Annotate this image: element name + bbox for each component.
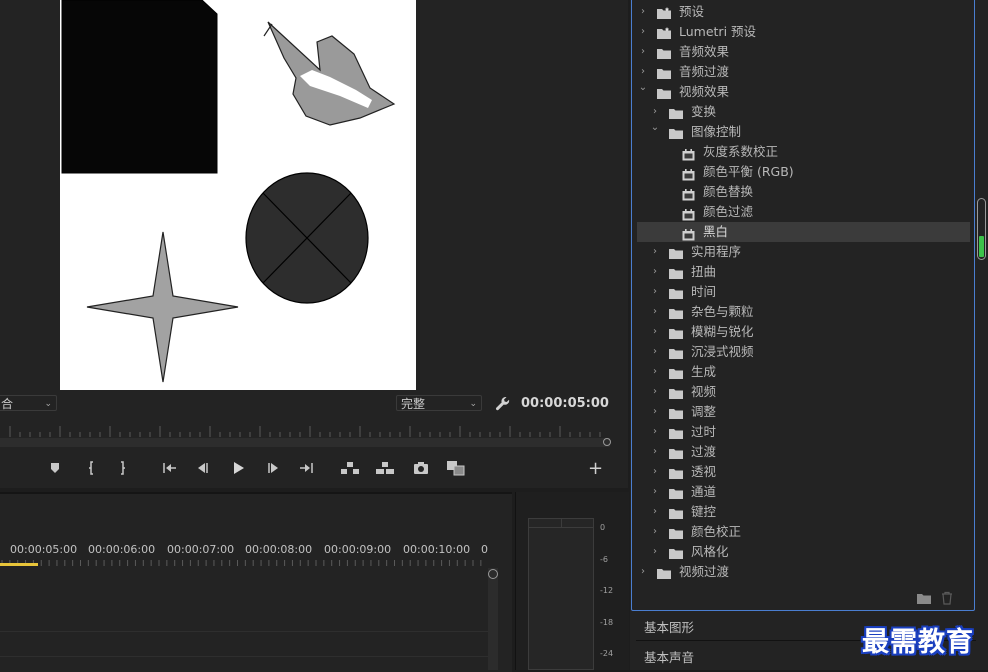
trash-icon[interactable] (940, 591, 954, 608)
step-back-icon[interactable] (194, 459, 212, 477)
monitor-scrub-bar[interactable] (0, 438, 610, 447)
frame-artwork (61, 0, 396, 383)
db-label: 0 (600, 523, 606, 532)
db-label: -12 (600, 586, 614, 595)
timeline-timecode: 00:00:08:00 (245, 543, 313, 556)
grey-star (86, 231, 239, 383)
chevron-down-icon: ⌄ (469, 399, 477, 409)
mark-out-icon[interactable] (114, 459, 132, 477)
work-area-bar[interactable] (0, 563, 38, 566)
track-divider (0, 631, 488, 632)
video-frame (60, 0, 416, 390)
fit-dropdown[interactable]: 合 ⌄ (0, 395, 57, 411)
wrench-icon[interactable] (494, 395, 512, 413)
duration-timecode[interactable]: 00:00:05:00 (521, 396, 609, 411)
lift-icon[interactable] (340, 459, 359, 477)
mark-in-icon[interactable] (82, 459, 100, 477)
effects-panel-focus-border (631, 0, 975, 611)
essential-sound-tab[interactable]: 基本声音 (644, 647, 694, 666)
extract-icon[interactable] (375, 459, 394, 477)
scroll-indicator (979, 236, 984, 257)
timeline-timecode: 00:00:06:00 (88, 543, 156, 556)
essential-graphics-tab[interactable]: 基本图形 (644, 617, 694, 636)
audio-meter (528, 518, 594, 670)
step-forward-icon[interactable] (264, 459, 282, 477)
track-divider (0, 656, 488, 657)
play-icon[interactable] (229, 459, 247, 477)
playback-resolution-dropdown[interactable]: 完整 ⌄ (396, 395, 482, 411)
fit-value: 合 (1, 397, 14, 411)
add-marker-icon[interactable] (46, 459, 64, 477)
timeline-ruler[interactable] (0, 556, 488, 566)
go-to-in-icon[interactable] (160, 459, 178, 477)
black-shape (61, 0, 218, 174)
folder-icon[interactable] (916, 592, 932, 608)
button-editor-icon[interactable]: + (588, 458, 604, 479)
db-label: -6 (600, 555, 608, 564)
timeline-timecode: 00:00:09:00 (324, 543, 392, 556)
monitor-time-ruler[interactable] (0, 424, 610, 438)
chevron-down-icon: ⌄ (44, 399, 52, 409)
db-label: -24 (600, 649, 614, 658)
timeline-timecode: 00:00:05:00 (10, 543, 78, 556)
zoom-handle[interactable] (603, 438, 611, 446)
compare-view-icon[interactable] (446, 459, 465, 477)
timeline-panel (0, 492, 512, 672)
scroll-zoom-handle[interactable] (488, 569, 498, 579)
camera-icon[interactable] (412, 459, 430, 477)
timeline-timecode: 00:00:10:00 (403, 543, 471, 556)
timeline-timecode: 00:00:07:00 (167, 543, 235, 556)
resolution-value: 完整 (401, 397, 426, 411)
go-to-out-icon[interactable] (298, 459, 316, 477)
timeline-timecode: 0 (481, 543, 488, 556)
db-label: -18 (600, 618, 614, 627)
grey-shape (267, 21, 396, 126)
watermark-logo: 最需教育 (862, 627, 974, 658)
timeline-vertical-scrollbar[interactable] (488, 568, 498, 670)
